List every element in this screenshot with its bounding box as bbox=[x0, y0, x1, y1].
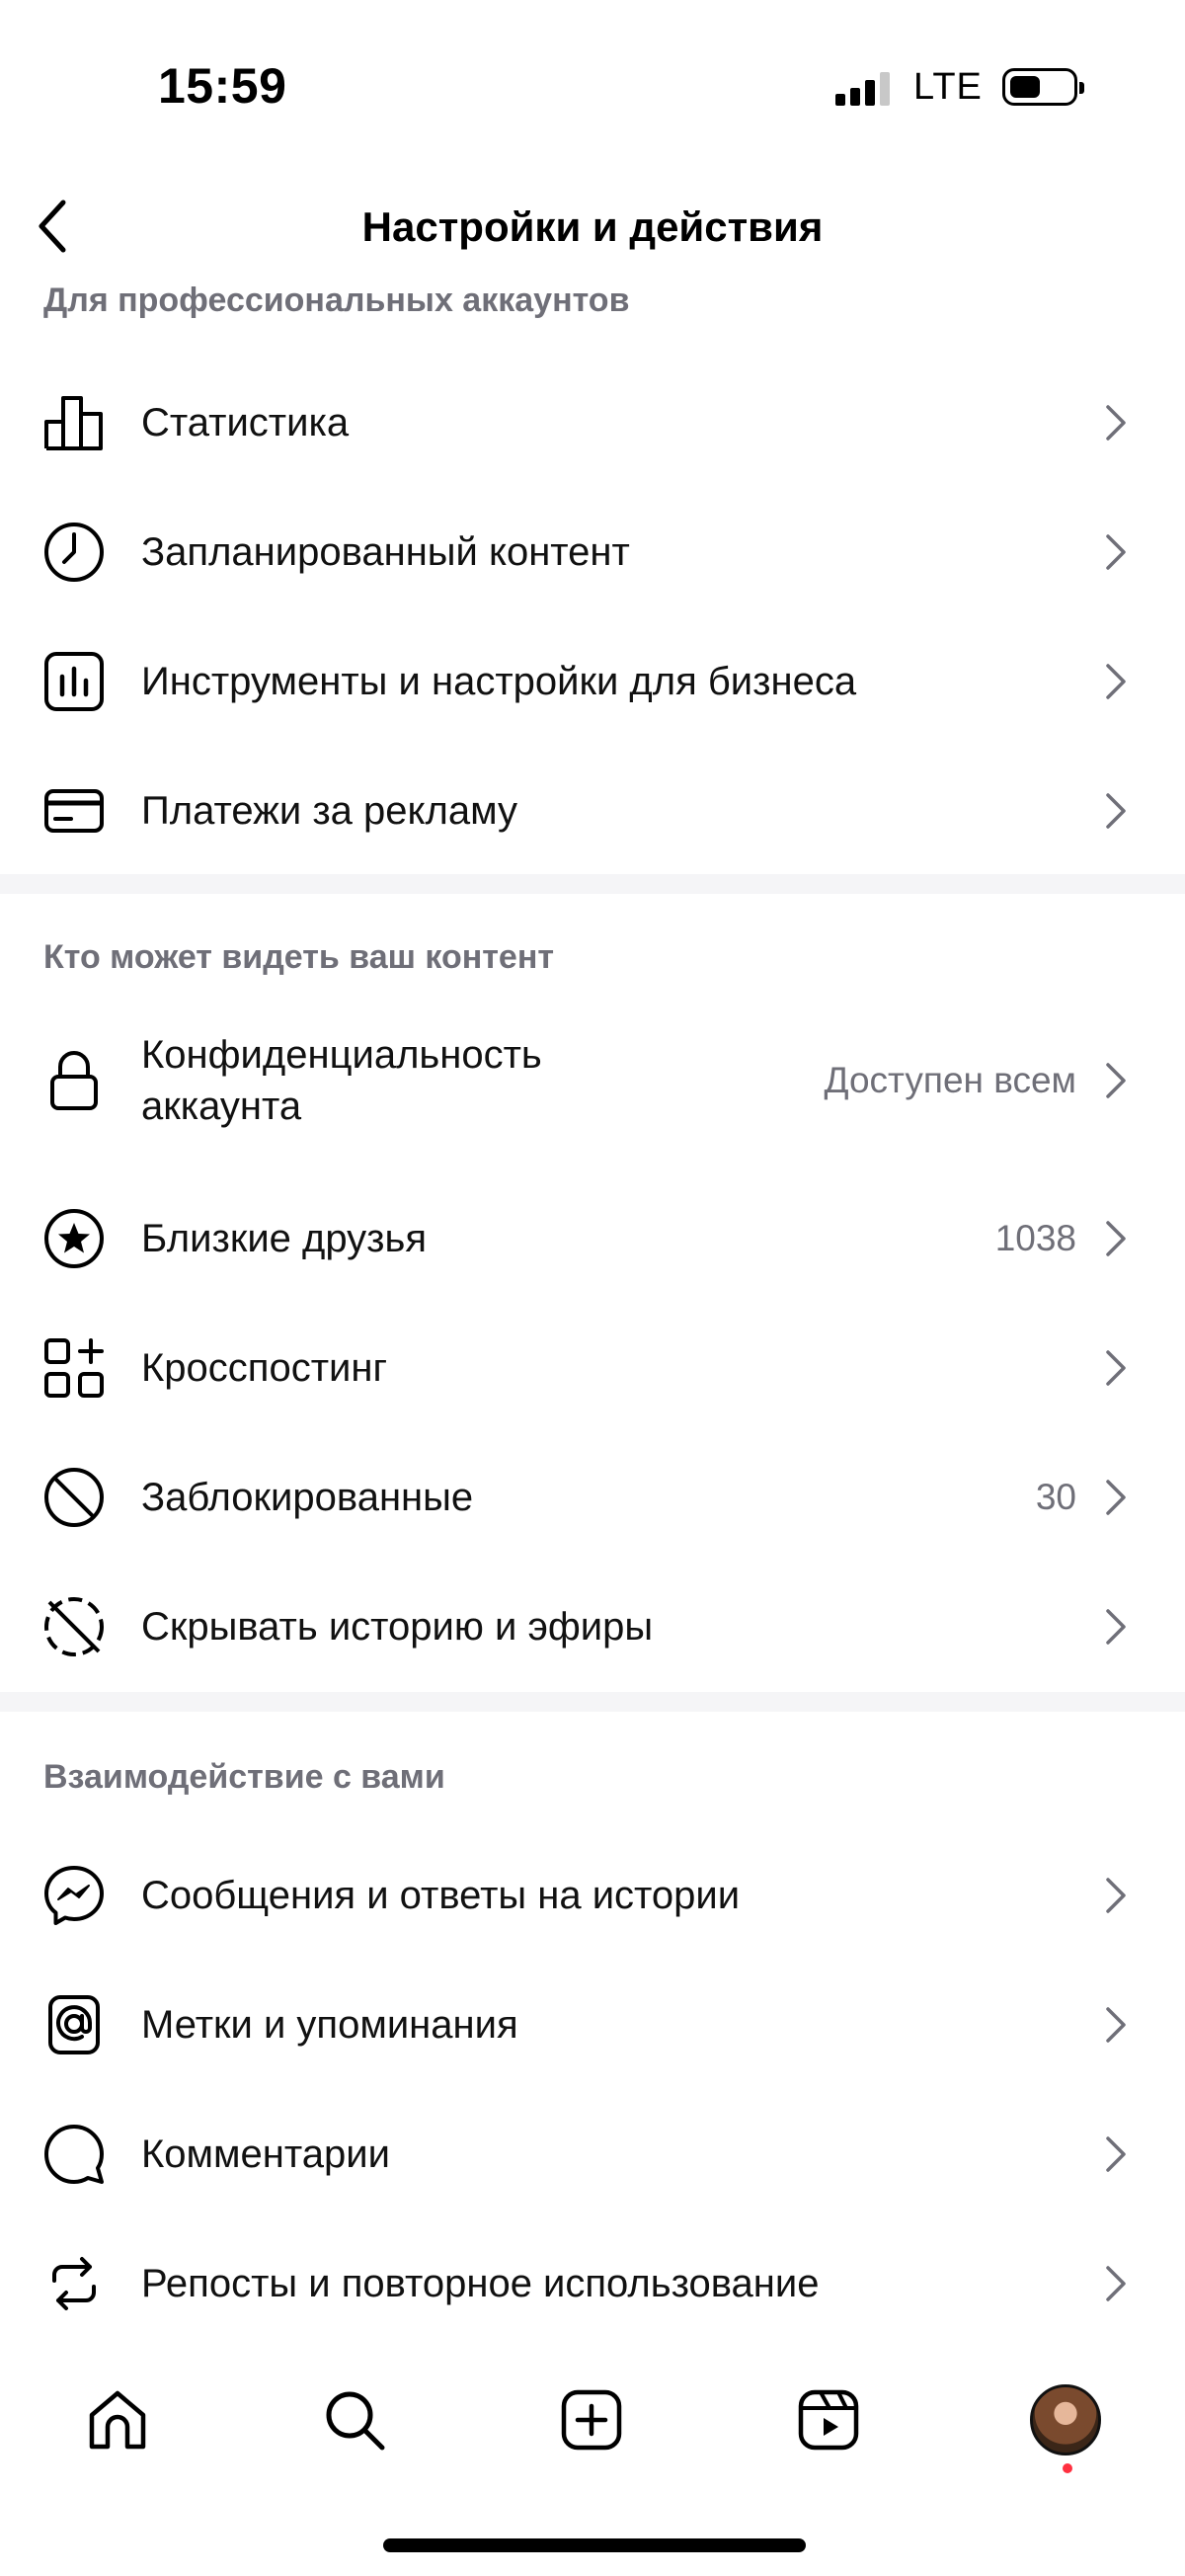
settings-item-close-friends[interactable]: Близкие друзья 1038 bbox=[0, 1174, 1185, 1303]
chevron-right-icon bbox=[1096, 1602, 1136, 1651]
nav-home[interactable] bbox=[73, 2375, 162, 2464]
settings-item-blocked[interactable]: Заблокированные 30 bbox=[0, 1433, 1185, 1562]
search-icon bbox=[326, 2391, 385, 2451]
business-tools-icon bbox=[40, 647, 109, 716]
comment-icon bbox=[40, 2120, 109, 2189]
privacy-status-value: Доступен всем bbox=[824, 1059, 1077, 1100]
nav-profile[interactable] bbox=[1021, 2375, 1110, 2464]
at-sign-icon bbox=[40, 1990, 109, 2059]
clock-icon bbox=[40, 518, 109, 587]
close-friends-count: 1038 bbox=[994, 1218, 1076, 1258]
chevron-right-icon bbox=[1096, 2000, 1136, 2050]
notification-dot bbox=[1063, 2463, 1072, 2473]
settings-item-label: Метки и упоминания bbox=[141, 2003, 518, 2047]
messenger-icon bbox=[40, 1861, 109, 1930]
chevron-right-icon bbox=[1096, 2259, 1136, 2308]
section-divider bbox=[0, 1692, 1185, 1712]
settings-item-label: Инструменты и настройки для бизнеса bbox=[141, 660, 857, 703]
settings-item-scheduled-content[interactable]: Запланированный контент bbox=[0, 488, 1185, 616]
nav-create[interactable] bbox=[547, 2375, 636, 2464]
nav-search[interactable] bbox=[310, 2375, 399, 2464]
status-bar: 15:59 LTE bbox=[0, 0, 1185, 168]
home-indicator bbox=[383, 2538, 806, 2552]
grid-plus-icon bbox=[40, 1333, 109, 1403]
status-indicators: LTE bbox=[835, 65, 1084, 108]
credit-card-icon bbox=[40, 776, 109, 845]
settings-item-label: Близкие друзья bbox=[141, 1217, 428, 1260]
status-time: 15:59 bbox=[158, 58, 287, 114]
settings-item-label: Заблокированные bbox=[141, 1476, 474, 1519]
chevron-right-icon bbox=[1096, 1343, 1136, 1393]
nav-reels[interactable] bbox=[784, 2375, 873, 2464]
lock-icon bbox=[40, 1046, 109, 1115]
repost-icon bbox=[40, 2249, 109, 2318]
settings-item-label: Запланированный контент bbox=[141, 530, 630, 574]
chevron-right-icon bbox=[1096, 1473, 1136, 1522]
create-icon bbox=[561, 2389, 622, 2451]
label-line: аккаунта bbox=[141, 1084, 302, 1128]
settings-item-ad-payments[interactable]: Платежи за рекламу bbox=[0, 747, 1185, 875]
chevron-right-icon bbox=[1096, 657, 1136, 706]
signal-icon bbox=[835, 68, 890, 106]
chevron-right-icon bbox=[1096, 527, 1136, 577]
settings-item-messages[interactable]: Сообщения и ответы на истории bbox=[0, 1831, 1185, 1960]
page-title: Настройки и действия bbox=[361, 203, 824, 250]
header: Настройки и действия bbox=[0, 168, 1185, 286]
settings-item-label: Кросспостинг bbox=[141, 1346, 388, 1390]
settings-item-statistics[interactable]: Статистика bbox=[0, 359, 1185, 487]
hide-story-icon bbox=[40, 1592, 109, 1661]
home-icon bbox=[89, 2390, 146, 2450]
blocked-count: 30 bbox=[1035, 1477, 1076, 1517]
settings-item-label: Платежи за рекламу bbox=[141, 789, 518, 833]
bottom-navigation bbox=[0, 2356, 1185, 2484]
section-title-visibility: Кто может видеть ваш контент bbox=[43, 938, 555, 976]
settings-item-hide-story[interactable]: Скрывать историю и эфиры bbox=[0, 1563, 1185, 1691]
chevron-right-icon bbox=[1096, 1214, 1136, 1263]
bar-chart-icon bbox=[40, 388, 109, 457]
profile-avatar bbox=[1030, 2384, 1101, 2455]
settings-item-label: Репосты и повторное использование bbox=[141, 2262, 820, 2305]
chevron-right-icon bbox=[1096, 398, 1136, 447]
chevron-right-icon bbox=[1096, 2130, 1136, 2179]
settings-item-label: Скрывать историю и эфиры bbox=[141, 1605, 654, 1649]
settings-item-account-privacy[interactable]: Конфиденциальность аккаунта Доступен все… bbox=[0, 1013, 1185, 1147]
network-label: LTE bbox=[913, 65, 983, 108]
label-line: Конфиденциальность bbox=[141, 1032, 542, 1077]
block-icon bbox=[40, 1463, 109, 1532]
settings-item-crossposting[interactable]: Кросспостинг bbox=[0, 1304, 1185, 1432]
settings-item-business-tools[interactable]: Инструменты и настройки для бизнеса bbox=[0, 617, 1185, 746]
chevron-right-icon bbox=[1096, 1871, 1136, 1920]
section-divider bbox=[0, 874, 1185, 894]
settings-item-reposts[interactable]: Репосты и повторное использование bbox=[0, 2219, 1185, 2348]
settings-item-label: Комментарии bbox=[141, 2133, 390, 2176]
settings-item-label: Конфиденциальность аккаунта bbox=[141, 1029, 542, 1132]
reels-icon bbox=[798, 2389, 859, 2451]
chevron-right-icon bbox=[1096, 1056, 1136, 1105]
chevron-right-icon bbox=[1096, 786, 1136, 836]
settings-item-label: Статистика bbox=[141, 401, 350, 444]
settings-item-label: Сообщения и ответы на истории bbox=[141, 1874, 741, 1917]
settings-item-tags-mentions[interactable]: Метки и упоминания bbox=[0, 1961, 1185, 2089]
battery-icon bbox=[1001, 68, 1084, 106]
section-title-professional: Для профессиональных аккаунтов bbox=[43, 282, 630, 319]
star-circle-icon bbox=[40, 1204, 109, 1273]
section-title-interactions: Взаимодействие с вами bbox=[43, 1758, 445, 1796]
settings-item-comments[interactable]: Комментарии bbox=[0, 2090, 1185, 2218]
